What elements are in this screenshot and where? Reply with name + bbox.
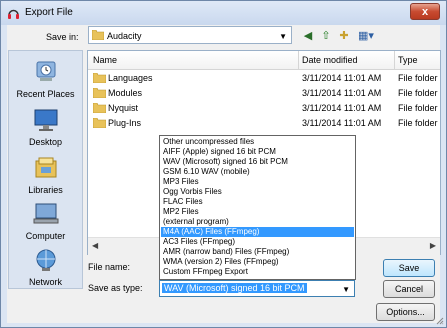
place-computer[interactable]: Computer	[9, 201, 82, 241]
save-as-type-options-list: Other uncompressed files AIFF (Apple) si…	[159, 135, 356, 280]
libraries-icon	[35, 157, 56, 178]
save-as-type-label: Save as type:	[88, 283, 143, 293]
option-item[interactable]: MP2 Files	[161, 207, 354, 217]
file-name: Modules	[108, 88, 143, 98]
table-row[interactable]: Nyquist 3/11/2014 11:01 AM File folder	[88, 101, 440, 116]
option-item[interactable]: Custom FFmpeg Export	[161, 267, 354, 277]
option-item[interactable]: FLAC Files	[161, 197, 354, 207]
table-row[interactable]: Languages 3/11/2014 11:01 AM File folder	[88, 71, 440, 86]
view-menu-icon[interactable]: ▦▾	[355, 28, 377, 44]
place-label: Desktop	[28, 137, 63, 147]
folder-icon	[93, 118, 106, 128]
column-header-date[interactable]: Date modified	[302, 55, 358, 65]
export-file-dialog: Export File x Save in: Audacity ▼ ◀ ⇧ ✚ …	[0, 0, 447, 328]
file-name: Plug-Ins	[108, 118, 142, 128]
place-label: Recent Places	[16, 89, 75, 99]
folder-icon	[92, 30, 104, 40]
file-list-header: Name Date modified Type	[88, 51, 440, 70]
option-item[interactable]: (external program)	[161, 217, 354, 227]
chevron-down-icon: ▼	[342, 285, 350, 294]
folder-icon	[93, 103, 106, 113]
place-network[interactable]: Network	[9, 247, 82, 287]
option-item[interactable]: WAV (Microsoft) signed 16 bit PCM	[161, 157, 354, 167]
option-item[interactable]: AC3 Files (FFmpeg)	[161, 237, 354, 247]
file-date: 3/11/2014 11:01 AM	[302, 73, 382, 83]
save-as-type-value: WAV (Microsoft) signed 16 bit PCM	[162, 283, 307, 293]
save-in-label: Save in:	[46, 32, 79, 42]
new-folder-icon[interactable]: ✚	[337, 28, 351, 44]
folder-icon	[93, 88, 106, 98]
recent-places-icon	[36, 61, 55, 81]
place-desktop[interactable]: Desktop	[9, 107, 82, 147]
place-label: Libraries	[28, 185, 63, 195]
audacity-headphones-icon	[8, 9, 19, 19]
file-type: File folder	[398, 103, 438, 113]
options-button[interactable]: Options...	[376, 303, 435, 321]
save-button[interactable]: Save	[383, 259, 435, 277]
desktop-icon	[34, 109, 57, 131]
column-header-type[interactable]: Type	[398, 55, 418, 65]
column-divider[interactable]	[298, 51, 299, 69]
up-folder-icon[interactable]: ⇧	[319, 28, 333, 44]
save-as-type-dropdown[interactable]: WAV (Microsoft) signed 16 bit PCM ▼	[159, 280, 355, 297]
cancel-button[interactable]: Cancel	[383, 280, 435, 298]
back-icon[interactable]: ◀	[301, 28, 315, 44]
file-name-label: File name:	[88, 262, 131, 272]
places-bar: Recent Places Desktop Libraries Computer…	[8, 50, 83, 289]
option-item-highlighted[interactable]: M4A (AAC) Files (FFmpeg)	[161, 227, 354, 237]
table-row[interactable]: Plug-Ins 3/11/2014 11:01 AM File folder	[88, 116, 440, 131]
place-recent-places[interactable]: Recent Places	[9, 59, 82, 99]
file-type: File folder	[398, 73, 438, 83]
place-label: Network	[28, 277, 62, 287]
file-date: 3/11/2014 11:01 AM	[302, 103, 382, 113]
option-item[interactable]: Ogg Vorbis Files	[161, 187, 354, 197]
place-libraries[interactable]: Libraries	[9, 155, 82, 195]
folder-icon	[93, 73, 106, 83]
option-item[interactable]: AIFF (Apple) signed 16 bit PCM	[161, 147, 354, 157]
column-header-name[interactable]: Name	[93, 55, 117, 65]
option-item[interactable]: WMA (version 2) Files (FFmpeg)	[161, 257, 354, 267]
scroll-right-icon[interactable]: ▶	[430, 241, 436, 250]
file-type: File folder	[398, 118, 438, 128]
option-item[interactable]: MP3 Files	[161, 177, 354, 187]
close-button[interactable]: x	[410, 3, 440, 20]
place-label: Computer	[25, 231, 66, 241]
network-icon	[36, 249, 55, 271]
save-in-dropdown[interactable]: Audacity ▼	[88, 26, 292, 44]
title-bar: Export File x	[1, 1, 446, 25]
column-divider[interactable]	[394, 51, 395, 69]
window-title: Export File	[25, 7, 73, 18]
save-in-value: Audacity	[107, 31, 142, 41]
option-item[interactable]: AMR (narrow band) Files (FFmpeg)	[161, 247, 354, 257]
table-row[interactable]: Modules 3/11/2014 11:01 AM File folder	[88, 86, 440, 101]
file-date: 3/11/2014 11:01 AM	[302, 88, 382, 98]
file-name: Languages	[108, 73, 153, 83]
option-item[interactable]: GSM 6.10 WAV (mobile)	[161, 167, 354, 177]
option-item[interactable]: Other uncompressed files	[161, 137, 354, 147]
scroll-left-icon[interactable]: ◀	[92, 241, 98, 250]
file-date: 3/11/2014 11:01 AM	[302, 118, 382, 128]
chevron-down-icon: ▼	[279, 32, 287, 41]
file-type: File folder	[398, 88, 438, 98]
file-name: Nyquist	[108, 103, 139, 113]
computer-icon	[33, 203, 58, 224]
resize-grip-icon[interactable]	[436, 317, 444, 325]
